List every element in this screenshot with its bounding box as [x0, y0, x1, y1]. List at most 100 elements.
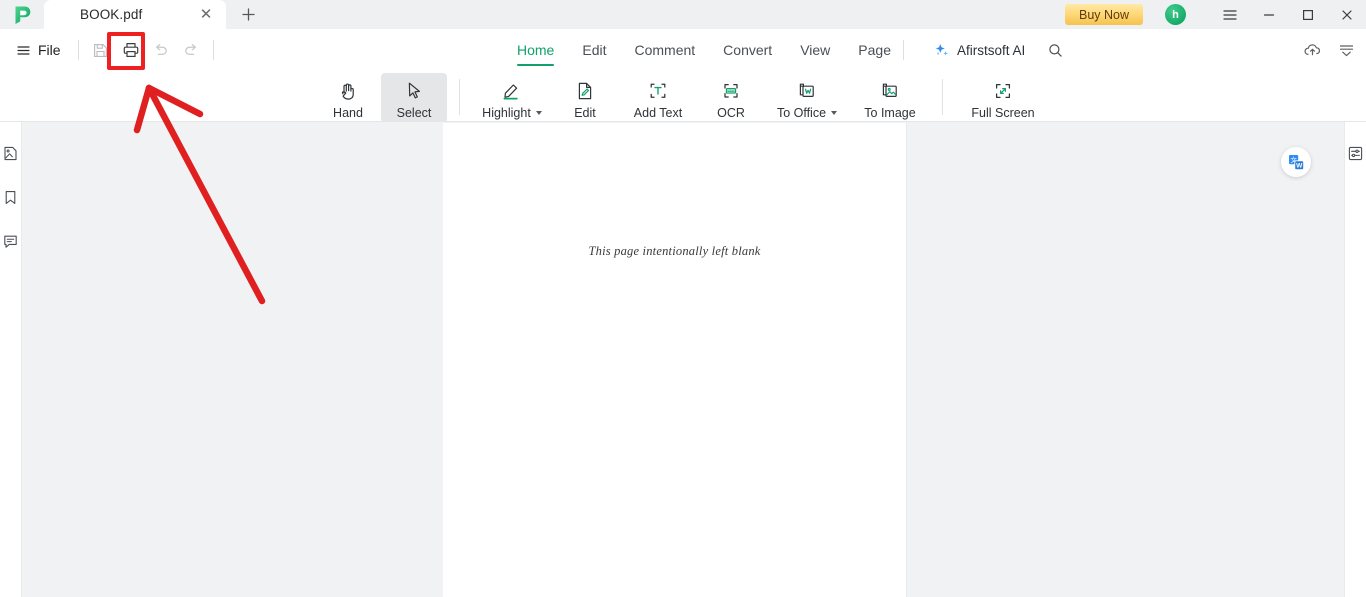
tool-ocr[interactable]: OCR: [698, 73, 764, 123]
divider: [903, 40, 904, 60]
sidebar-item-comments[interactable]: [2, 232, 20, 250]
collapse-ribbon-icon: [1339, 44, 1353, 56]
redo-button[interactable]: [176, 35, 206, 65]
afirstsoft-p-logo-icon: [15, 6, 31, 24]
tool-full-screen[interactable]: Full Screen: [955, 73, 1051, 123]
search-button[interactable]: [1040, 35, 1070, 65]
edit-pencil-page-icon: [574, 78, 596, 104]
tab-view[interactable]: View: [786, 29, 844, 71]
hamburger-icon: [1222, 9, 1237, 20]
ocr-icon: [720, 78, 742, 104]
tool-hand[interactable]: Hand: [315, 73, 381, 123]
tab-close-icon[interactable]: ✕: [196, 5, 216, 25]
print-button[interactable]: [116, 35, 146, 65]
tool-select[interactable]: Select: [381, 73, 447, 123]
tool-edit-label: Edit: [574, 106, 596, 120]
tool-hand-label: Hand: [333, 106, 363, 120]
tool-to-office[interactable]: To Office: [764, 73, 850, 123]
add-text-icon: [647, 78, 669, 104]
comment-icon: [4, 235, 17, 248]
properties-sliders-icon: [1348, 146, 1363, 160]
ribbon-tool-row: Hand Select Highlight Edit Add Text OCR …: [0, 71, 1366, 123]
buy-now-button[interactable]: Buy Now: [1065, 4, 1143, 25]
left-sidebar: [0, 122, 22, 597]
cloud-upload-button[interactable]: [1296, 35, 1328, 65]
cloud-upload-icon: [1303, 43, 1320, 55]
hand-icon: [337, 78, 359, 104]
tool-to-office-label-wrap: To Office: [776, 106, 838, 120]
afirstsoft-ai-button[interactable]: Afirstsoft AI: [924, 35, 1034, 65]
pdf-page[interactable]: This page intentionally left blank: [443, 123, 907, 597]
afirstsoft-ai-label: Afirstsoft AI: [957, 42, 1026, 58]
thumbnails-icon: [4, 146, 17, 160]
to-image-icon: [879, 78, 901, 104]
tool-to-image[interactable]: To Image: [850, 73, 930, 123]
ai-zone: Afirstsoft AI: [903, 29, 1070, 71]
tab-home-label: Home: [517, 42, 555, 58]
divider: [212, 40, 214, 60]
sidebar-item-bookmarks[interactable]: [2, 188, 20, 206]
collapse-ribbon-button[interactable]: [1330, 35, 1362, 65]
full-screen-icon: [992, 78, 1014, 104]
sparkle-icon: [935, 43, 948, 56]
hamburger-icon: [17, 45, 30, 55]
sidebar-item-thumbnails[interactable]: [2, 144, 20, 162]
ribbon-top-row: File Home Edit Comment Convert View Page…: [0, 29, 1366, 71]
close-button[interactable]: [1327, 0, 1366, 29]
chevron-down-icon[interactable]: [831, 111, 838, 115]
tool-edit[interactable]: Edit: [552, 73, 618, 123]
redo-icon: [184, 43, 196, 56]
tab-convert-label: Convert: [723, 42, 773, 58]
maximize-button[interactable]: [1288, 0, 1327, 29]
divider: [77, 40, 79, 60]
minimize-icon: [1263, 13, 1274, 16]
ribbon: File Home Edit Comment Convert View Page…: [0, 29, 1366, 123]
tool-full-screen-label: Full Screen: [971, 106, 1035, 120]
printer-icon: [123, 43, 138, 58]
user-avatar[interactable]: h: [1165, 4, 1186, 25]
save-button[interactable]: [86, 35, 116, 65]
tool-add-text[interactable]: Add Text: [618, 73, 698, 123]
search-icon: [1049, 43, 1062, 57]
tool-highlight-label: Highlight: [482, 106, 531, 120]
tool-group: Hand Select Highlight Edit Add Text OCR …: [315, 73, 1051, 123]
tool-to-office-label: To Office: [776, 106, 827, 120]
tab-title: BOOK.pdf: [80, 7, 143, 22]
document-viewer[interactable]: This page intentionally left blank 文 W: [22, 122, 1344, 597]
tool-add-text-label: Add Text: [633, 106, 683, 120]
save-icon: [94, 43, 108, 57]
document-tab[interactable]: BOOK.pdf ✕: [44, 0, 226, 29]
window-menu-button[interactable]: [1210, 0, 1249, 29]
tab-home[interactable]: Home: [503, 29, 568, 71]
sidebar-item-properties[interactable]: [1347, 144, 1365, 162]
tab-convert[interactable]: Convert: [709, 29, 786, 71]
undo-button[interactable]: [146, 35, 176, 65]
new-tab-button[interactable]: [226, 0, 270, 29]
tool-highlight[interactable]: Highlight: [472, 73, 552, 123]
close-icon: [1341, 9, 1352, 20]
ribbon-right-icons: [1296, 29, 1362, 71]
svg-text:W: W: [1296, 162, 1303, 169]
tab-edit-label: Edit: [582, 42, 607, 58]
menu-tabs: Home Edit Comment Convert View Page: [503, 29, 905, 71]
plus-icon: [241, 8, 255, 21]
translate-to-word-icon: 文 W: [1288, 154, 1304, 170]
chevron-down-icon[interactable]: [535, 111, 542, 115]
tab-view-label: View: [800, 42, 831, 58]
bookmark-icon: [5, 190, 16, 204]
tool-ocr-label: OCR: [717, 106, 745, 120]
tab-comment[interactable]: Comment: [620, 29, 709, 71]
tab-edit[interactable]: Edit: [568, 29, 620, 71]
page-content-text: This page intentionally left blank: [588, 244, 761, 258]
translate-to-word-button[interactable]: 文 W: [1281, 147, 1311, 177]
titlebar-spacer: [270, 0, 1065, 29]
tab-page[interactable]: Page: [844, 29, 905, 71]
tool-select-label: Select: [396, 106, 432, 120]
file-menu-label: File: [38, 42, 61, 58]
file-menu-button[interactable]: File: [4, 35, 71, 65]
cursor-arrow-icon: [403, 78, 425, 104]
tool-highlight-label-wrap: Highlight: [482, 106, 542, 120]
minimize-button[interactable]: [1249, 0, 1288, 29]
undo-icon: [155, 43, 167, 56]
tab-comment-label: Comment: [634, 42, 696, 58]
